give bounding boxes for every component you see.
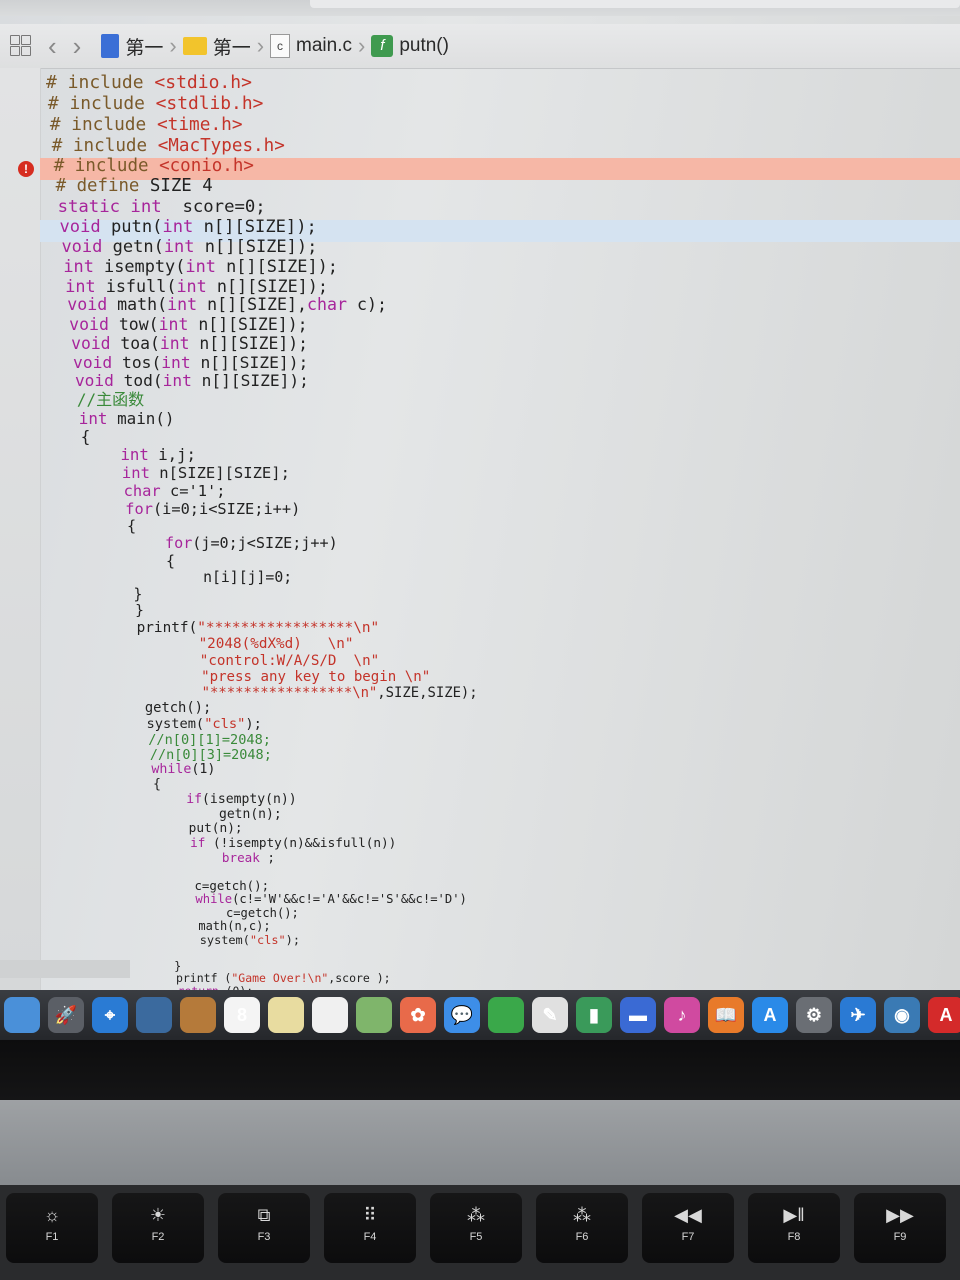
numbers-icon[interactable]: ▮ xyxy=(576,997,612,1033)
breadcrumb-folder[interactable]: 第一 xyxy=(213,33,251,60)
code-editor[interactable]: ! # include <stdio.h> # include <stdlib.h… xyxy=(0,68,960,990)
fkey-label: F3 xyxy=(257,1231,271,1243)
maps-icon[interactable] xyxy=(356,997,392,1033)
laptop-chassis xyxy=(0,1100,960,1190)
brightness-up-icon: ☀ xyxy=(149,1205,167,1225)
code-line[interactable]: # include <conio.h> xyxy=(54,155,254,177)
keyboard: ☼ F1 ☀ F2 ⧉ F3 ⠿ F4 ⁂ F5 ⁂ F6 ◀◀ F7 ▶‖ F8 ▶▶ F9 xyxy=(0,1185,960,1280)
back-arrow-icon[interactable]: ‹ xyxy=(48,33,57,59)
code-line[interactable]: # include <stdlib.h> xyxy=(48,93,263,115)
fast-forward-icon: ▶▶ xyxy=(886,1205,914,1225)
keyboard-light-down-icon: ⁂ xyxy=(467,1205,485,1225)
breadcrumb-project[interactable]: 第一 xyxy=(125,33,163,60)
project-icon xyxy=(101,34,120,58)
mission-control-icon: ⧉ xyxy=(257,1205,271,1225)
launchpad-icon: ⠿ xyxy=(363,1205,377,1225)
screen-bezel xyxy=(0,1040,960,1100)
fkey-f3[interactable]: ⧉ F3 xyxy=(218,1193,310,1263)
function-icon: f xyxy=(371,35,394,57)
launchpad-icon[interactable]: 🚀 xyxy=(48,997,84,1033)
code-line[interactable]: void getn(int n[][SIZE]); xyxy=(61,236,317,258)
fkey-label: F7 xyxy=(681,1231,695,1243)
forward-arrow-icon[interactable]: › xyxy=(73,33,82,59)
fkey-label: F9 xyxy=(893,1231,907,1243)
messages-icon[interactable]: 💬 xyxy=(444,997,480,1033)
code-line[interactable]: int main() xyxy=(79,408,175,430)
play-pause-icon: ▶‖ xyxy=(783,1205,805,1225)
fkey-f7[interactable]: ◀◀ F7 xyxy=(642,1193,734,1263)
itunes-icon[interactable]: ♪ xyxy=(664,997,700,1033)
fkey-label: F4 xyxy=(363,1231,377,1243)
code-line[interactable]: break ; xyxy=(131,847,275,869)
breadcrumb-separator-icon: › xyxy=(169,33,177,58)
keyboard-light-up-icon: ⁂ xyxy=(573,1205,591,1225)
xcode-icon[interactable]: ✈ xyxy=(840,997,876,1033)
facetime-icon[interactable] xyxy=(488,997,524,1033)
stickies-icon[interactable] xyxy=(268,997,304,1033)
finder-icon[interactable] xyxy=(4,997,40,1033)
photos-icon[interactable]: ✿ xyxy=(400,997,436,1033)
dock: 🚀 ⌖ 8 ✿ 💬 ✎ ▮ ▬ ♪ 📖 A ⚙ ✈ ◉ A xyxy=(0,990,960,1040)
window-titlebar xyxy=(0,0,960,16)
code-line[interactable]: # include <MacTypes.h> xyxy=(52,135,285,157)
code-line[interactable]: return (0); xyxy=(150,980,253,990)
breadcrumb-separator-icon: › xyxy=(256,33,265,58)
acrobat-icon[interactable]: A xyxy=(928,997,960,1033)
screen: ‹ › 第一 › 第一 › c main.c › f putn() ! # in… xyxy=(0,0,960,990)
editor-status-bar xyxy=(0,960,130,978)
brightness-down-icon: ☼ xyxy=(43,1205,61,1225)
fkey-f6[interactable]: ⁂ F6 xyxy=(536,1193,628,1263)
notes-icon[interactable] xyxy=(180,997,216,1033)
fkey-label: F2 xyxy=(151,1231,165,1243)
calendar-icon[interactable]: 8 xyxy=(224,997,260,1033)
fkey-f5[interactable]: ⁂ F5 xyxy=(430,1193,522,1263)
titlebar-status xyxy=(310,0,960,8)
code-line[interactable]: void putn(int n[][SIZE]); xyxy=(60,216,317,238)
rewind-icon: ◀◀ xyxy=(674,1205,702,1225)
preview-icon[interactable] xyxy=(136,997,172,1033)
error-icon[interactable]: ! xyxy=(18,161,34,177)
code-line[interactable]: # include <time.h> xyxy=(50,114,243,136)
fkey-label: F1 xyxy=(45,1231,59,1243)
fkey-label: F5 xyxy=(469,1231,483,1243)
fkey-f1[interactable]: ☼ F1 xyxy=(6,1193,98,1263)
network-icon[interactable]: ◉ xyxy=(884,997,920,1033)
fkey-f4[interactable]: ⠿ F4 xyxy=(324,1193,416,1263)
code-line[interactable]: static int score=0; xyxy=(58,196,266,218)
fkey-f8[interactable]: ▶‖ F8 xyxy=(748,1193,840,1263)
keynote-icon[interactable]: ▬ xyxy=(620,997,656,1033)
folder-icon xyxy=(182,37,207,55)
code-line[interactable]: # define SIZE 4 xyxy=(56,175,213,197)
ibooks-icon[interactable]: 📖 xyxy=(708,997,744,1033)
code-line[interactable]: system("cls"); xyxy=(142,929,300,951)
breadcrumb-separator-icon: › xyxy=(358,33,366,58)
system-preferences-icon[interactable]: ⚙ xyxy=(796,997,832,1033)
line-gutter[interactable] xyxy=(0,68,41,990)
safari-icon[interactable]: ⌖ xyxy=(92,997,128,1033)
appstore-icon[interactable]: A xyxy=(752,997,788,1033)
fkey-f2[interactable]: ☀ F2 xyxy=(112,1193,204,1263)
c-file-icon: c xyxy=(270,34,291,58)
breadcrumb-function[interactable]: putn() xyxy=(399,35,449,57)
reminders-icon[interactable] xyxy=(312,997,348,1033)
code-line[interactable]: # include <stdio.h> xyxy=(46,72,252,94)
fkey-label: F8 xyxy=(787,1231,801,1243)
fkey-f9[interactable]: ▶▶ F9 xyxy=(854,1193,946,1263)
textedit-icon[interactable]: ✎ xyxy=(532,997,568,1033)
jump-bar: ‹ › 第一 › 第一 › c main.c › f putn() xyxy=(0,24,960,69)
breadcrumb-file[interactable]: main.c xyxy=(296,35,352,57)
related-items-icon[interactable] xyxy=(10,35,32,57)
fkey-label: F6 xyxy=(575,1231,589,1243)
